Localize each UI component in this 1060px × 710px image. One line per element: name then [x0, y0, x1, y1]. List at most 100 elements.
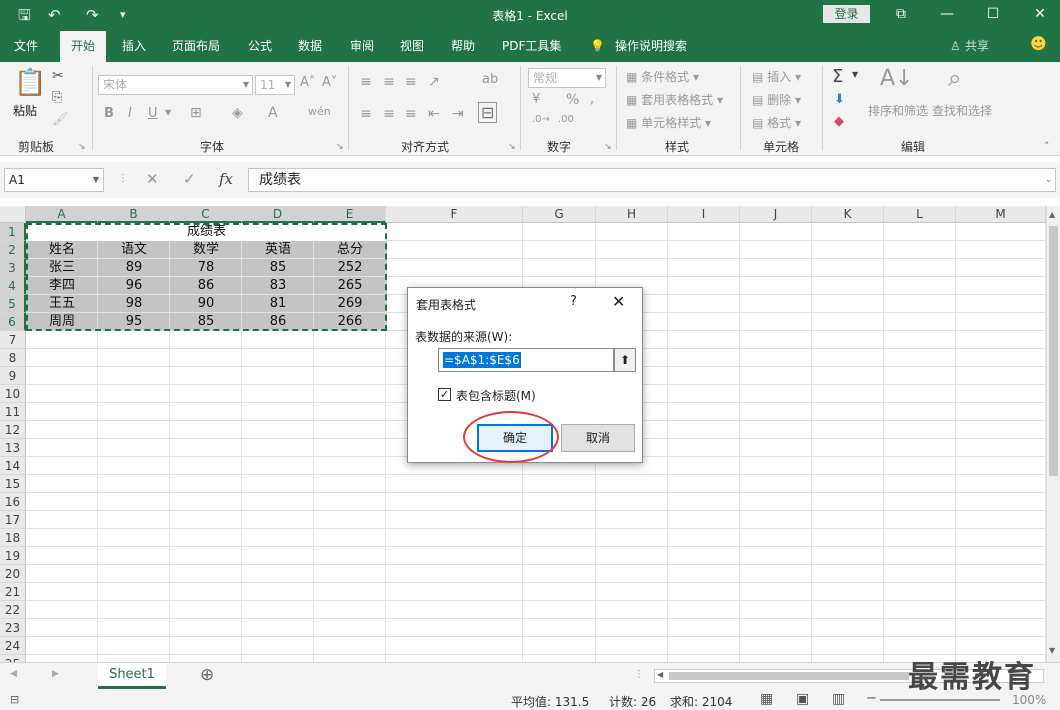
column-header-d[interactable]: D [242, 206, 314, 223]
row-header-22[interactable]: 22 [0, 601, 26, 619]
tab-home[interactable]: 开始 [60, 31, 106, 62]
row-header-16[interactable]: 16 [0, 493, 26, 511]
column-header-m[interactable]: M [956, 206, 1046, 223]
column-header-a[interactable]: A [26, 206, 98, 223]
delete-cells-button[interactable]: ▤ 删除 ▾ [752, 91, 801, 108]
row-header-12[interactable]: 12 [0, 421, 26, 439]
clipboard-launcher-icon[interactable]: ↘ [78, 142, 86, 152]
tab-help[interactable]: 帮助 [451, 37, 475, 55]
expand-formula-icon[interactable]: ⌄ [1045, 175, 1053, 185]
font-size-combo[interactable]: 11 ▼ [255, 75, 295, 95]
conditional-format-button[interactable]: ▦ 条件格式 ▾ [626, 68, 699, 85]
row-header-19[interactable]: 19 [0, 547, 26, 565]
row-header-10[interactable]: 10 [0, 385, 26, 403]
row-header-24[interactable]: 24 [0, 637, 26, 655]
help-icon[interactable]: ? [570, 294, 577, 309]
shrink-font-icon[interactable]: A˅ [322, 75, 337, 90]
number-launcher-icon[interactable]: ↘ [604, 142, 612, 152]
row-header-23[interactable]: 23 [0, 619, 26, 637]
find-icon[interactable]: ⌕ [948, 64, 961, 92]
add-sheet-icon[interactable]: ⊕ [200, 665, 214, 685]
align-right-icon[interactable]: ≡ [405, 106, 417, 122]
align-left-icon[interactable]: ≡ [360, 106, 372, 122]
macro-record-icon[interactable]: ⊟ [10, 693, 19, 706]
align-bottom-icon[interactable]: ≡ [405, 74, 417, 90]
row-header-15[interactable]: 15 [0, 475, 26, 493]
tab-data[interactable]: 数据 [298, 37, 322, 55]
cut-icon[interactable]: ✂ [52, 68, 64, 84]
column-header-e[interactable]: E [314, 206, 386, 223]
zoom-out-icon[interactable]: − [866, 691, 877, 706]
page-layout-view-icon[interactable]: ▣ [796, 691, 809, 707]
scroll-left-icon[interactable]: ◀ [10, 669, 17, 679]
percent-icon[interactable]: % [566, 92, 579, 108]
row-header-18[interactable]: 18 [0, 529, 26, 547]
dialog-close-icon[interactable]: ✕ [612, 292, 625, 311]
row-header-21[interactable]: 21 [0, 583, 26, 601]
font-name-combo[interactable]: 宋体 ▼ [98, 75, 253, 95]
insert-function-icon[interactable]: fx [219, 170, 233, 188]
format-as-table-button[interactable]: ▦ 套用表格格式 ▾ [626, 91, 723, 108]
merge-center-icon[interactable]: ⊟ [478, 102, 498, 123]
row-header-8[interactable]: 8 [0, 349, 26, 367]
formula-input[interactable]: 成绩表 [248, 168, 1056, 192]
align-middle-icon[interactable]: ≡ [383, 74, 395, 90]
number-format-combo[interactable]: 常规 ▼ [528, 68, 606, 88]
fill-icon[interactable]: ⬇ [834, 92, 845, 107]
column-header-i[interactable]: I [668, 206, 740, 223]
column-header-b[interactable]: B [98, 206, 170, 223]
row-header-4[interactable]: 4 [0, 277, 26, 295]
close-button[interactable]: ✕ [1030, 4, 1050, 24]
row-header-5[interactable]: 5 [0, 295, 26, 313]
paste-icon[interactable]: 📋 [14, 68, 46, 98]
align-top-icon[interactable]: ≡ [360, 74, 372, 90]
scroll-right-icon[interactable]: ▶ [52, 669, 59, 679]
insert-cells-button[interactable]: ▤ 插入 ▾ [752, 68, 801, 85]
column-header-j[interactable]: J [740, 206, 812, 223]
tab-insert[interactable]: 插入 [122, 37, 146, 55]
column-header-h[interactable]: H [596, 206, 668, 223]
underline-icon[interactable]: U [148, 106, 158, 121]
page-break-view-icon[interactable]: ▥ [832, 691, 845, 707]
tell-me-search[interactable]: 操作说明搜索 [615, 37, 687, 55]
autosum-icon[interactable]: Σ [832, 66, 843, 87]
select-all-corner[interactable] [0, 206, 26, 223]
row-header-17[interactable]: 17 [0, 511, 26, 529]
currency-icon[interactable]: ¥ [532, 92, 540, 107]
column-header-l[interactable]: L [884, 206, 956, 223]
sheet-tab-sheet1[interactable]: Sheet1 [98, 663, 166, 689]
cell-styles-button[interactable]: ▦ 单元格样式 ▾ [626, 114, 711, 131]
grow-font-icon[interactable]: A˄ [300, 75, 315, 90]
scroll-thumb[interactable] [669, 672, 909, 680]
cancel-entry-icon[interactable]: ✕ [146, 170, 159, 188]
zoom-slider[interactable] [880, 699, 1000, 701]
cancel-button[interactable]: 取消 [561, 424, 635, 452]
has-headers-checkbox[interactable]: ✓ [438, 388, 451, 401]
range-input[interactable]: =$A$1:$E$6 [438, 348, 614, 372]
font-launcher-icon[interactable]: ↘ [336, 142, 344, 152]
format-cells-button[interactable]: ▤ 格式 ▾ [752, 114, 801, 131]
wrap-text-icon[interactable]: ab [482, 72, 498, 87]
orientation-icon[interactable]: ↗ [428, 74, 440, 90]
italic-icon[interactable]: I [128, 106, 132, 121]
row-header-13[interactable]: 13 [0, 439, 26, 457]
paste-button[interactable]: 粘贴 [13, 102, 37, 119]
row-header-25[interactable]: 25 [0, 655, 26, 662]
increase-decimal-icon[interactable]: .0→ [532, 114, 550, 125]
decrease-decimal-icon[interactable]: .00 [558, 114, 574, 125]
chevron-down-icon[interactable]: ▼ [165, 108, 171, 117]
collapse-ribbon-icon[interactable]: ˄ [1044, 140, 1050, 153]
maximize-button[interactable]: ☐ [983, 4, 1003, 24]
tab-formulas[interactable]: 公式 [248, 37, 272, 55]
vertical-scrollbar[interactable]: ▲ ▼ [1046, 206, 1060, 662]
comma-icon[interactable]: , [590, 92, 594, 107]
phonetic-icon[interactable]: wén [308, 105, 331, 118]
share-button[interactable]: 共享 [965, 37, 989, 55]
ribbon-display-icon[interactable]: ⧉ [891, 4, 911, 24]
smiley-feedback-icon[interactable]: ☻ [1030, 35, 1047, 53]
column-header-g[interactable]: G [523, 206, 596, 223]
sort-filter-icon[interactable]: A↓ [880, 66, 913, 91]
tab-file[interactable]: 文件 [14, 37, 38, 55]
column-header-k[interactable]: K [812, 206, 884, 223]
copy-icon[interactable]: ⎘ [52, 90, 62, 105]
